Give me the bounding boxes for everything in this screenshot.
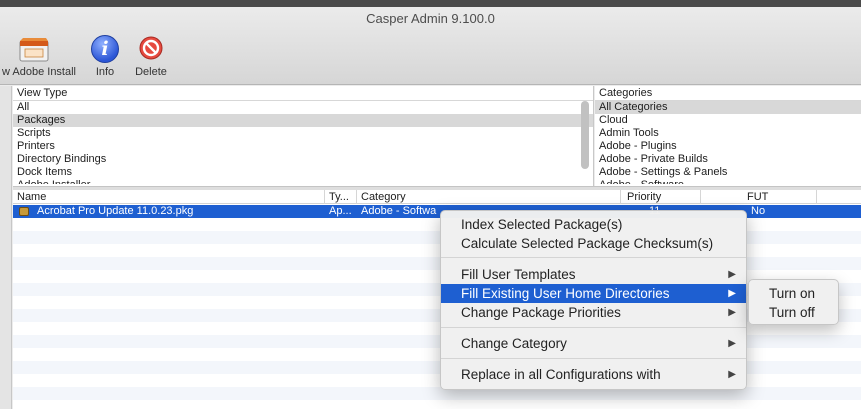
submenu-arrow-icon: ▶ [728,338,736,349]
info-button-label[interactable]: Info [85,66,125,78]
menu-item-label: Fill User Templates [461,267,576,282]
context-menu: Index Selected Package(s) Calculate Sele… [440,210,747,390]
adobe-install-icon[interactable] [19,35,50,62]
menu-separator [441,327,746,328]
menu-item-label: Replace in all Configurations with [461,367,661,382]
submenu-item-turn-off[interactable]: Turn off [749,303,838,322]
list-item[interactable]: Adobe Installer [13,179,593,184]
submenu-arrow-icon: ▶ [728,369,736,380]
view-type-list[interactable]: View Type All Packages Scripts Printers … [13,86,594,187]
column-category-header[interactable]: Category [357,190,621,204]
package-name: Acrobat Pro Update 11.0.23.pkg [37,205,194,217]
list-item[interactable]: Admin Tools [595,127,861,140]
submenu-item-turn-on[interactable]: Turn on [749,284,838,303]
menu-item-label: Change Package Priorities [461,305,621,320]
toolbar: Casper Admin 9.100.0 w Adobe Install i I… [0,7,861,85]
window-title: Casper Admin 9.100.0 [366,11,495,26]
column-fut-header[interactable]: FUT [701,190,817,204]
delete-icon[interactable] [138,35,164,61]
menu-separator [441,358,746,359]
list-item[interactable]: Adobe - Private Builds [595,153,861,166]
menu-item-index-packages[interactable]: Index Selected Package(s) [441,215,746,234]
column-type-header[interactable]: Ty... [325,190,357,204]
menu-separator [441,257,746,258]
menu-item-label: Fill Existing User Home Directories [461,286,670,301]
window-frame [0,0,861,7]
menu-item-change-priorities[interactable]: Change Package Priorities ▶ [441,303,746,322]
view-type-header[interactable]: View Type [13,86,593,101]
submenu-arrow-icon: ▶ [728,288,736,299]
list-item[interactable]: Scripts [13,127,593,140]
package-icon [19,207,29,216]
view-type-scrollbar[interactable] [581,101,589,169]
menu-item-fill-user-templates[interactable]: Fill User Templates ▶ [441,265,746,284]
package-fut: No [751,205,766,217]
menu-item-change-category[interactable]: Change Category ▶ [441,334,746,353]
list-item[interactable]: Adobe - Plugins [595,140,861,153]
menu-item-calculate-checksum[interactable]: Calculate Selected Package Checksum(s) [441,234,746,253]
list-item[interactable]: Dock Items [13,166,593,179]
list-item[interactable]: All [13,101,593,114]
submenu: Turn on Turn off [748,279,839,325]
column-name-header[interactable]: Name [13,190,325,204]
delete-button-label[interactable]: Delete [131,66,171,78]
package-type: Ap... [329,205,352,217]
list-item[interactable]: Adobe - Settings & Panels [595,166,861,179]
categories-list[interactable]: Categories All Categories Cloud Admin To… [595,86,861,187]
submenu-arrow-icon: ▶ [728,269,736,280]
menu-item-label: Index Selected Package(s) [461,217,623,232]
info-icon[interactable]: i [91,35,119,63]
categories-header[interactable]: Categories [595,86,861,101]
list-item[interactable]: Printers [13,140,593,153]
menu-item-replace-in-configurations[interactable]: Replace in all Configurations with ▶ [441,365,746,384]
list-item-selected[interactable]: All Categories [595,101,861,114]
sidebar-strip [0,86,12,409]
list-item-selected[interactable]: Packages [13,114,593,127]
submenu-arrow-icon: ▶ [728,307,736,318]
menu-item-label: Change Category [461,336,567,351]
column-priority-header[interactable]: Priority [621,190,701,204]
menu-item-label: Calculate Selected Package Checksum(s) [461,236,714,251]
table-header: Name Ty... Category Priority FUT [13,190,861,204]
list-item[interactable]: Cloud [595,114,861,127]
list-item[interactable]: Directory Bindings [13,153,593,166]
adobe-install-label[interactable]: w Adobe Install [0,66,82,78]
list-item[interactable]: Adobe - Software [595,179,861,184]
menu-item-fill-existing-home-dirs[interactable]: Fill Existing User Home Directories ▶ [441,284,746,303]
